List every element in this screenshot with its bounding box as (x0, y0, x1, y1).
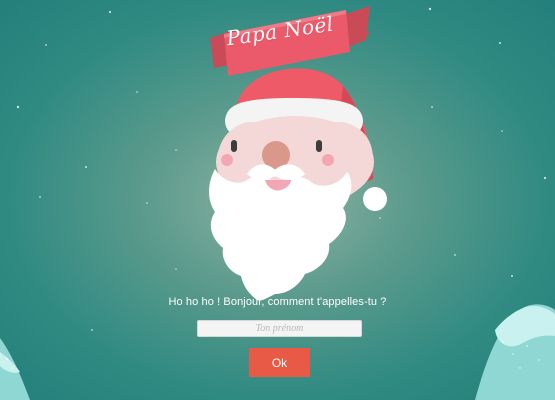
santa-face-icon (209, 68, 387, 301)
first-name-input[interactable] (197, 320, 362, 337)
greeting-text: Ho ho ho ! Bonjour, comment t'appelles-t… (168, 296, 387, 308)
christmas-scene: Papa Noël Ho ho ho ! Bonjour, comment t'… (0, 0, 555, 400)
snowy-hill-left-icon (0, 338, 30, 400)
ok-button[interactable]: Ok (249, 348, 310, 377)
snowy-hill-right-icon (475, 304, 555, 400)
